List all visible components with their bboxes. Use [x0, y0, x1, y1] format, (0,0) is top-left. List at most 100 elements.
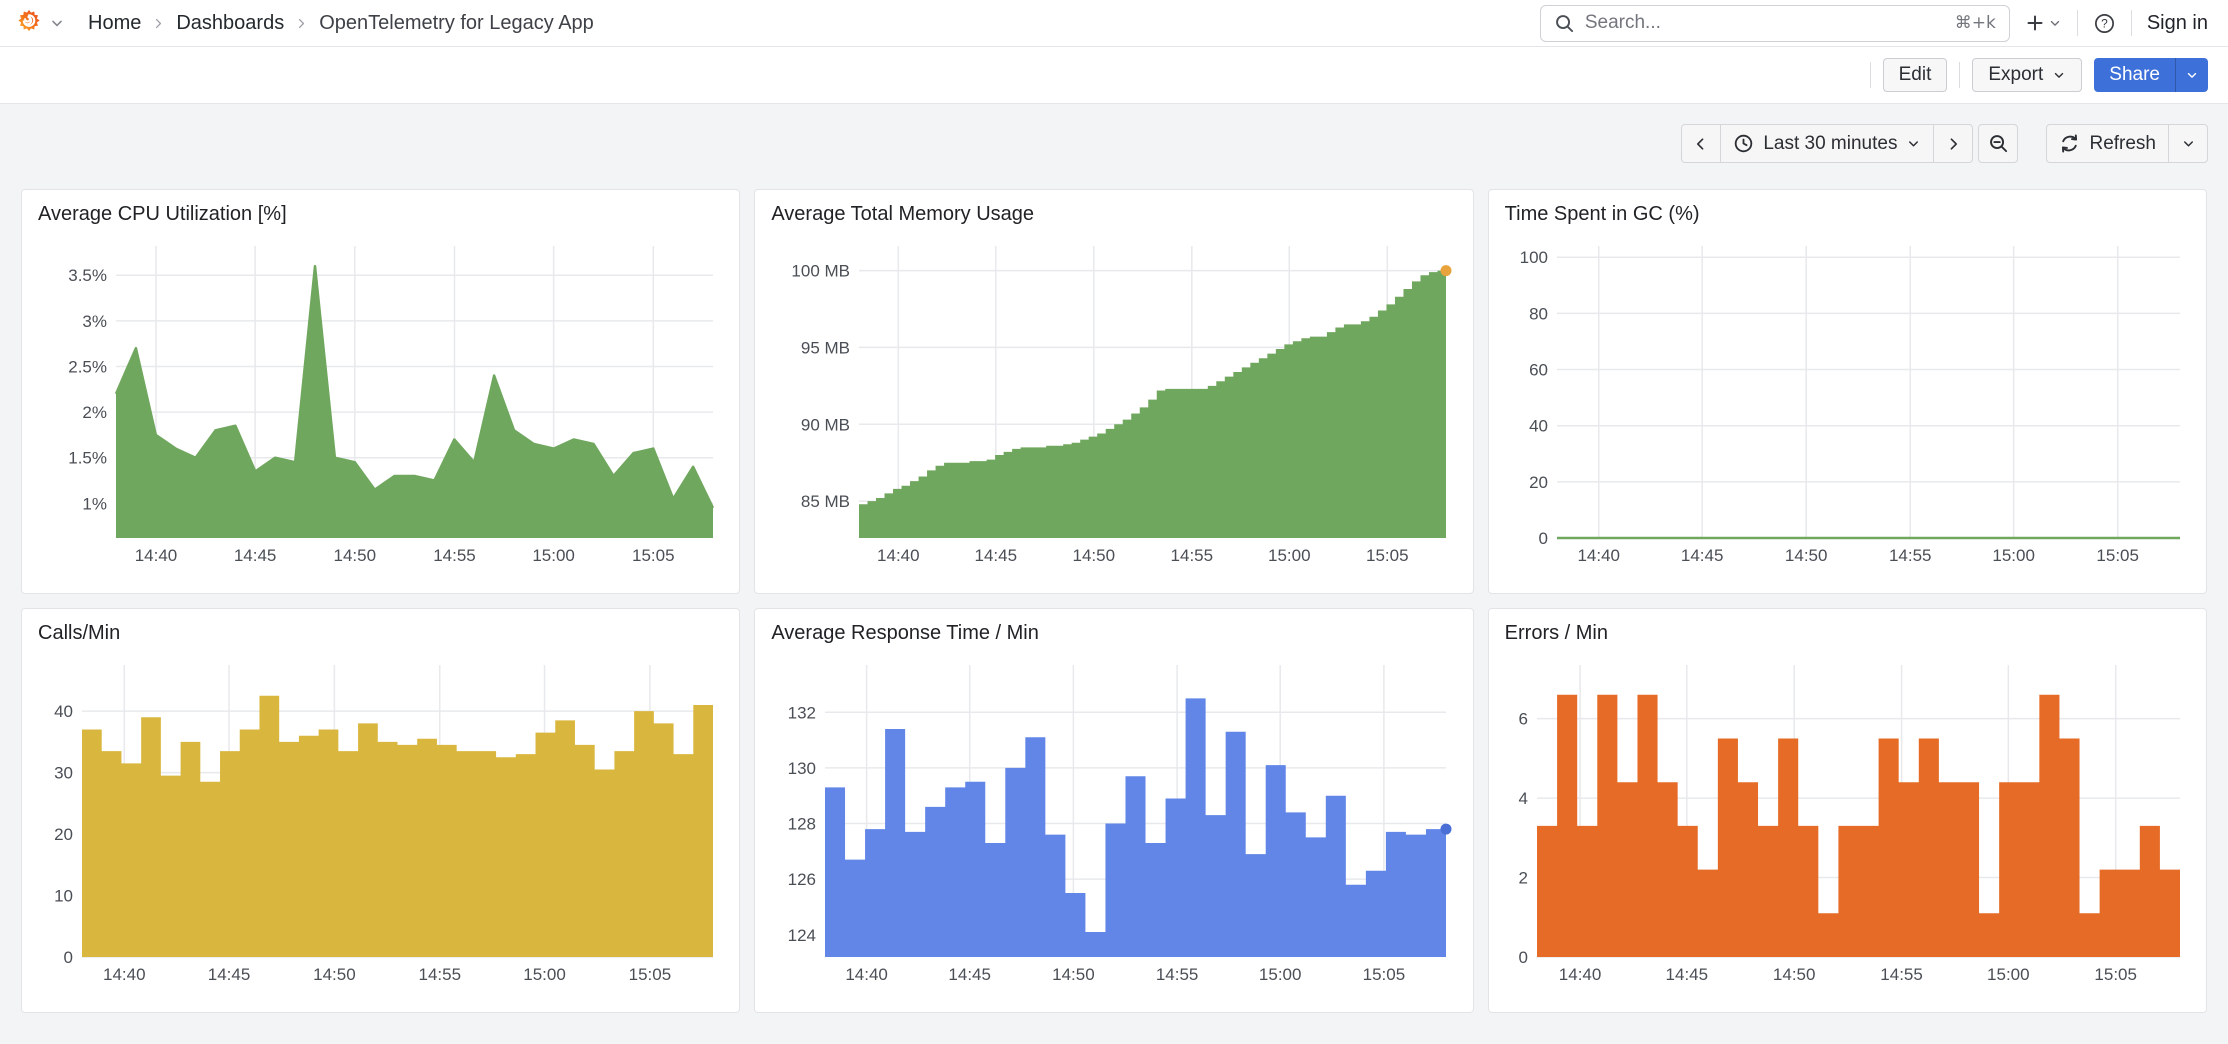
- panel-errors-per-min: Errors / Min 14:4014:4514:5014:5515:0015…: [1488, 608, 2207, 1013]
- chevron-down-icon: [2052, 68, 2066, 82]
- share-button[interactable]: Share: [2094, 58, 2175, 92]
- search-shortcut: ⌘+k: [1955, 13, 1996, 33]
- cpu-chart[interactable]: 14:4014:4514:5014:5515:0015:051%1.5%2%2.…: [38, 232, 723, 568]
- panel-memory-usage: Average Total Memory Usage 14:4014:4514:…: [754, 189, 1473, 594]
- svg-text:20: 20: [1529, 473, 1548, 492]
- svg-text:60: 60: [1529, 361, 1548, 380]
- breadcrumb-current: OpenTelemetry for Legacy App: [319, 12, 594, 35]
- panel-title[interactable]: Average Response Time / Min: [771, 621, 1039, 645]
- svg-text:10: 10: [54, 887, 73, 906]
- search-icon: [1554, 13, 1575, 34]
- toolbar-divider: [1870, 62, 1871, 88]
- svg-text:124: 124: [788, 926, 816, 945]
- chevron-left-icon: [1693, 136, 1709, 152]
- svg-text:14:40: 14:40: [846, 965, 889, 984]
- svg-text:80: 80: [1529, 304, 1548, 323]
- breadcrumb: Home Dashboards OpenTelemetry for Legacy…: [88, 12, 594, 35]
- toolbar-divider: [1959, 62, 1960, 88]
- sign-in-button[interactable]: Sign in: [2145, 8, 2210, 39]
- svg-text:?: ?: [2101, 16, 2108, 30]
- svg-text:14:40: 14:40: [135, 546, 178, 565]
- breadcrumb-dashboards[interactable]: Dashboards: [176, 12, 284, 35]
- response-time-chart[interactable]: 14:4014:4514:5014:5515:0015:051241261281…: [771, 651, 1456, 987]
- svg-text:14:40: 14:40: [877, 546, 920, 565]
- svg-text:2.5%: 2.5%: [68, 357, 107, 376]
- time-range-picker[interactable]: Last 30 minutes: [1720, 124, 1934, 163]
- chevron-right-icon: [1945, 136, 1961, 152]
- svg-text:14:55: 14:55: [433, 546, 476, 565]
- clock-icon: [1733, 133, 1754, 154]
- search-input[interactable]: Search... ⌘+k: [1540, 5, 2010, 42]
- svg-text:15:05: 15:05: [632, 546, 675, 565]
- svg-text:6: 6: [1518, 710, 1527, 729]
- nav-divider: [2077, 10, 2078, 36]
- calls-chart[interactable]: 14:4014:4514:5014:5515:0015:05010203040: [38, 651, 723, 987]
- svg-text:14:40: 14:40: [1558, 965, 1601, 984]
- svg-text:0: 0: [1518, 948, 1527, 967]
- svg-text:126: 126: [788, 870, 816, 889]
- svg-text:14:50: 14:50: [1073, 546, 1116, 565]
- panel-title[interactable]: Average Total Memory Usage: [771, 202, 1034, 226]
- svg-text:14:55: 14:55: [1889, 546, 1932, 565]
- svg-text:14:40: 14:40: [103, 965, 146, 984]
- breadcrumb-separator-icon: [152, 17, 165, 30]
- grafana-menu-toggle[interactable]: [14, 8, 65, 38]
- refresh-button-group: Refresh: [2046, 124, 2208, 163]
- svg-text:14:45: 14:45: [234, 546, 277, 565]
- panel-cpu-utilization: Average CPU Utilization [%] 14:40 14:45 14…: [21, 189, 740, 594]
- export-button[interactable]: Export: [1972, 58, 2082, 92]
- share-menu-button[interactable]: [2175, 58, 2208, 92]
- svg-text:15:05: 15:05: [2094, 965, 2137, 984]
- time-range-label: Last 30 minutes: [1763, 133, 1897, 155]
- grafana-logo-icon: [14, 8, 44, 38]
- svg-text:4: 4: [1518, 789, 1527, 808]
- chart-canvas[interactable]: 14:4014:4514:5014:5515:0015:051241261281…: [771, 651, 1456, 987]
- svg-text:2%: 2%: [82, 403, 107, 422]
- nav-divider: [2131, 10, 2132, 36]
- nav-left: Home Dashboards OpenTelemetry for Legacy…: [14, 8, 1540, 38]
- svg-text:85 MB: 85 MB: [801, 492, 850, 511]
- svg-text:100 MB: 100 MB: [792, 262, 851, 281]
- refresh-button[interactable]: Refresh: [2046, 124, 2169, 163]
- svg-text:15:00: 15:00: [532, 546, 575, 565]
- time-back-button[interactable]: [1681, 124, 1721, 163]
- svg-text:14:55: 14:55: [1156, 965, 1199, 984]
- svg-text:15:00: 15:00: [523, 965, 566, 984]
- svg-text:14:55: 14:55: [419, 965, 462, 984]
- chart-canvas[interactable]: 14:4014:4514:5014:5515:0015:051%1.5%2%2.…: [38, 232, 723, 568]
- svg-text:15:00: 15:00: [1987, 965, 2030, 984]
- svg-text:0: 0: [1538, 529, 1547, 548]
- search-placeholder: Search...: [1585, 12, 1945, 34]
- panel-response-time: Average Response Time / Min 14:4014:4514…: [754, 608, 1473, 1013]
- panel-title[interactable]: Time Spent in GC (%): [1505, 202, 1700, 226]
- breadcrumb-home[interactable]: Home: [88, 12, 141, 35]
- help-button[interactable]: ?: [2091, 8, 2118, 39]
- panel-title[interactable]: Average CPU Utilization [%]: [38, 202, 287, 226]
- panel-title[interactable]: Errors / Min: [1505, 621, 1608, 645]
- gc-chart[interactable]: 14:4014:4514:5014:5515:0015:050204060801…: [1505, 232, 2190, 568]
- svg-text:3%: 3%: [82, 312, 107, 331]
- chart-canvas[interactable]: 14:4014:4514:5014:5515:0015:050246: [1505, 651, 2190, 987]
- chevron-down-icon: [2181, 136, 2196, 151]
- time-controls: Last 30 minutes Refresh: [0, 104, 2228, 189]
- time-forward-button[interactable]: [1933, 124, 1973, 163]
- memory-chart[interactable]: 14:4014:4514:5014:5515:0015:0585 MB90 MB…: [771, 232, 1456, 568]
- svg-text:14:50: 14:50: [1785, 546, 1828, 565]
- svg-text:15:05: 15:05: [2096, 546, 2139, 565]
- chart-canvas[interactable]: 14:4014:4514:5014:5515:0015:05010203040: [38, 651, 723, 987]
- svg-text:0: 0: [64, 948, 73, 967]
- svg-text:95 MB: 95 MB: [801, 338, 850, 357]
- chart-canvas[interactable]: 14:4014:4514:5014:5515:0015:0585 MB90 MB…: [771, 232, 1456, 568]
- edit-button[interactable]: Edit: [1883, 58, 1948, 92]
- refresh-label: Refresh: [2089, 133, 2156, 155]
- chart-canvas[interactable]: 14:4014:4514:5014:5515:0015:050204060801…: [1505, 232, 2190, 568]
- dashboard-toolbar: Edit Export Share: [0, 47, 2228, 104]
- chevron-down-icon: [2185, 68, 2199, 82]
- svg-text:14:55: 14:55: [1171, 546, 1214, 565]
- panel-title[interactable]: Calls/Min: [38, 621, 120, 645]
- add-button[interactable]: [2023, 9, 2064, 37]
- panel-calls-per-min: Calls/Min 14:4014:4514:5014:5515:0015:05…: [21, 608, 740, 1013]
- refresh-interval-button[interactable]: [2168, 124, 2208, 163]
- zoom-out-button[interactable]: [1978, 124, 2018, 163]
- errors-chart[interactable]: 14:4014:4514:5014:5515:0015:050246: [1505, 651, 2190, 987]
